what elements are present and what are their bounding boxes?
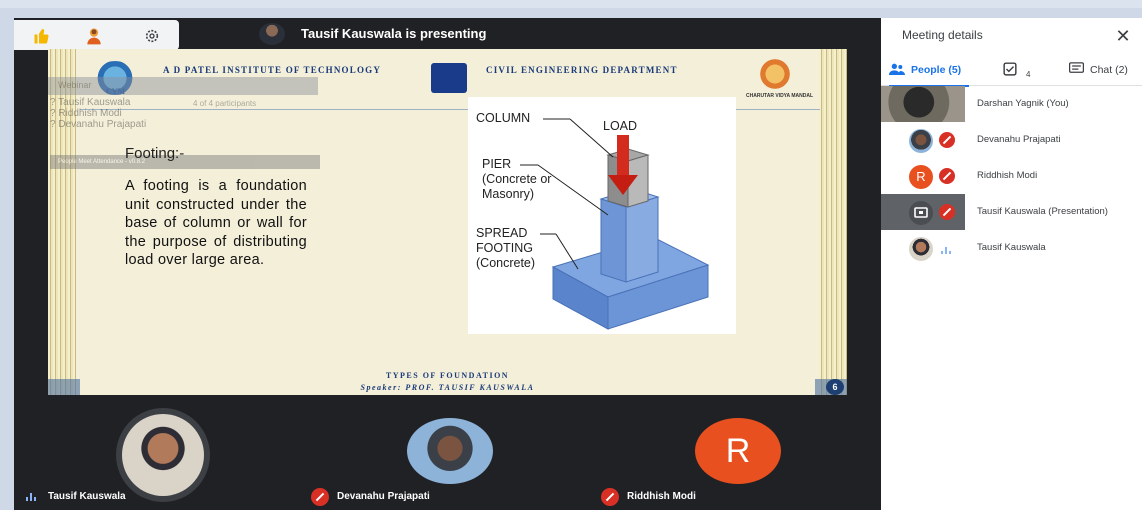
mic-off-icon	[601, 488, 619, 506]
people-icon	[889, 63, 905, 78]
participant-name: Devanahu Prajapati	[977, 134, 1061, 145]
shared-slide: CVM A D PATEL INSTITUTE OF TECHNOLOGY AD…	[48, 49, 847, 395]
meeting-stage: Tausif Kauswala is presenting CVM A D PA…	[14, 18, 881, 510]
tab-people-label: People (5)	[911, 64, 962, 76]
task-checkbox-icon	[1003, 61, 1017, 79]
participant-row[interactable]: Tausif Kauswala	[881, 230, 1142, 266]
mic-off-icon	[939, 204, 955, 220]
label-load: LOAD	[603, 119, 638, 133]
participant-name: Darshan Yagnik (You)	[977, 98, 1069, 109]
slide-body: A footing is a foundation unit construct…	[125, 178, 307, 268]
presenting-label: Tausif Kauswala is presenting	[301, 26, 487, 41]
close-icon[interactable]: ✕	[1113, 26, 1133, 46]
overlay-name: ? Riddhish Modi	[50, 108, 122, 119]
slide-title: Footing:-	[125, 145, 185, 162]
slide-footer-speaker: Speaker: PROF. TAUSIF KAUSWALA	[360, 383, 535, 392]
speaking-indicator-icon	[941, 246, 955, 254]
meet-window: Tausif Kauswala is presenting CVM A D PA…	[0, 0, 1142, 510]
tile-devanahu-video[interactable]	[407, 418, 493, 484]
institute-name: A D PATEL INSTITUTE OF TECHNOLOGY	[163, 65, 382, 75]
charutar-logo-text: CHARUTAR VIDYA MANDAL	[746, 93, 814, 99]
overlay-names: ? Tausif Kauswala ? Riddhish Modi ? Deva…	[50, 97, 146, 130]
panel-tabs: People (5) 4 Chat (2)	[881, 56, 1142, 87]
presenter-avatar	[259, 23, 285, 45]
tausif-video-feed	[122, 414, 204, 496]
overlay-titlebar: Webinar	[48, 77, 318, 95]
participant-name: Tausif Kauswala	[977, 242, 1046, 253]
participant-row[interactable]: R Riddhish Modi	[881, 158, 1142, 194]
tab-chat[interactable]: Chat (2)	[1069, 56, 1128, 84]
department-name: CIVIL ENGINEERING DEPARTMENT	[486, 65, 678, 75]
tab-tasks[interactable]: 4	[1003, 56, 1030, 84]
tab-people[interactable]: People (5)	[889, 56, 970, 87]
avatar: R	[909, 165, 933, 189]
mic-off-icon	[311, 488, 329, 506]
thumbs-up-icon[interactable]	[26, 24, 58, 48]
present-screen-icon	[909, 201, 933, 225]
chat-icon	[1069, 62, 1084, 78]
gear-icon[interactable]	[136, 24, 168, 48]
meeting-details-panel: Meeting details ✕ People (5) 4 Chat (2)	[881, 18, 1142, 510]
participant-row[interactable]: Devanahu Prajapati	[881, 122, 1142, 158]
tile-tausif-video[interactable]	[116, 408, 210, 502]
footing-illustration	[520, 118, 710, 330]
avatar	[909, 129, 933, 153]
adit-logo-text: ADIT	[438, 87, 452, 93]
tile-riddhish-avatar[interactable]: R	[695, 418, 781, 484]
presenting-bar: Tausif Kauswala is presenting	[14, 18, 881, 50]
raise-hand-icon[interactable]	[78, 24, 110, 48]
label-column: COLUMN	[476, 111, 531, 125]
participant-video-thumb	[881, 86, 965, 122]
speaking-indicator-icon	[26, 493, 40, 501]
tab-chat-label: Chat (2)	[1090, 64, 1128, 76]
mic-off-icon	[939, 168, 955, 184]
tile-name-riddhish: Riddhish Modi	[627, 491, 696, 502]
overlay-name: ? Devanahu Prajapati	[50, 119, 147, 130]
tile-name-devanahu: Devanahu Prajapati	[337, 491, 430, 502]
participant-row[interactable]: Darshan Yagnik (You)	[881, 86, 1142, 122]
label-pier: PIER (Concrete or Masonry)	[482, 157, 552, 201]
overlay-count: 4 of 4 participants	[193, 99, 257, 108]
panel-title: Meeting details	[902, 28, 983, 42]
charutar-logo	[753, 59, 797, 89]
slide-footer-title: TYPES OF FOUNDATION	[385, 371, 510, 380]
top-strip	[0, 0, 1142, 8]
overlay-footer: People Meet Attendance - v0.8.2	[50, 155, 320, 169]
overlay-name: ? Tausif Kauswala	[50, 97, 131, 108]
label-spread-footing: SPREAD FOOTING (Concrete)	[476, 226, 536, 270]
tab-tasks-count: 4	[1026, 69, 1031, 79]
slide-border-right	[819, 49, 847, 395]
participant-row[interactable]: Tausif Kauswala (Presentation)	[881, 194, 1142, 230]
footing-diagram: COLUMN LOAD PIER (Concrete or Masonry) S…	[468, 97, 736, 334]
mic-off-icon	[939, 132, 955, 148]
participant-name: Tausif Kauswala (Presentation)	[977, 206, 1108, 217]
reaction-bar	[14, 20, 179, 50]
avatar	[909, 237, 933, 261]
overlay-title: Webinar	[58, 80, 92, 90]
participant-name: Riddhish Modi	[977, 170, 1038, 181]
tile-name-tausif: Tausif Kauswala	[48, 491, 126, 502]
slide-page-number: 6	[826, 379, 844, 395]
devanahu-video-feed	[407, 418, 493, 484]
